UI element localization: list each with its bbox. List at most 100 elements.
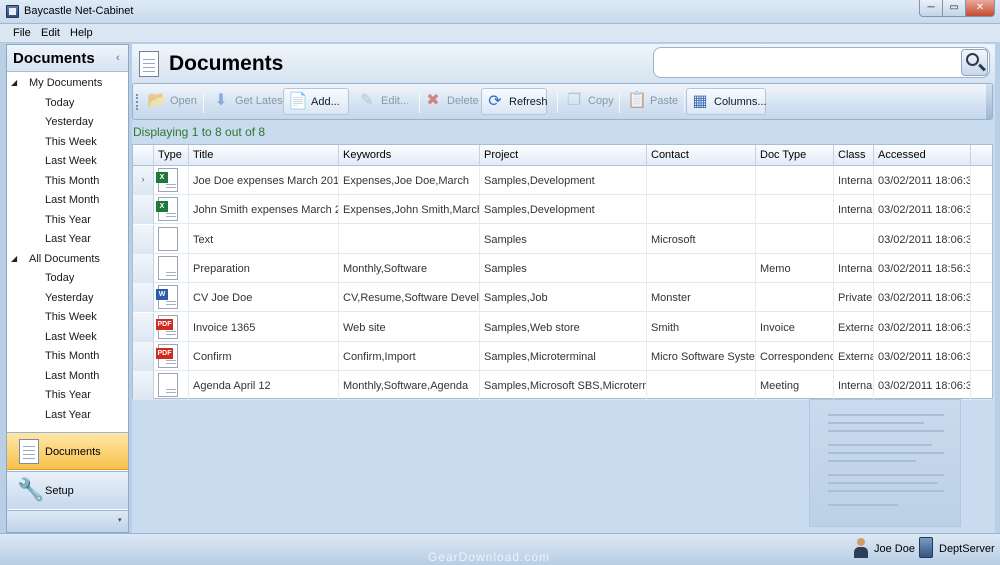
tree-item-label: This Month xyxy=(45,174,100,187)
table-row[interactable]: Text Samples Microsoft 03/02/2011 18:06:39 xyxy=(133,224,992,254)
cell-contact: Microsoft xyxy=(647,224,756,254)
tree-item[interactable]: Last Year xyxy=(7,230,128,249)
toolbar-button-paste[interactable]: 📋 Paste xyxy=(623,88,678,115)
minimize-button[interactable]: ─ xyxy=(919,0,943,17)
cell-type: PDF xyxy=(154,341,189,371)
toolbar-button-label: Columns... xyxy=(714,96,767,108)
cell-keywords: Monthly,Software xyxy=(339,253,480,283)
toolbar-overflow[interactable] xyxy=(986,84,992,119)
tree-item[interactable]: This Month xyxy=(7,347,128,366)
expand-triangle-icon[interactable]: ◢ xyxy=(11,254,17,263)
cell-contact: Monster xyxy=(647,283,756,313)
column-header-title[interactable]: Title xyxy=(189,145,339,166)
menu-edit[interactable]: Edit xyxy=(41,27,60,39)
tree-folder[interactable]: ◢ My Documents xyxy=(7,74,128,93)
expand-triangle-icon[interactable]: ◢ xyxy=(11,78,17,87)
tree-folder[interactable]: ◢ All Documents xyxy=(7,250,128,269)
row-selector[interactable] xyxy=(133,195,154,225)
pdf-file-icon: PDF xyxy=(156,343,178,368)
word-badge: W xyxy=(156,289,168,301)
title-bar: Baycastle Net-Cabinet ─ ▭ ✕ xyxy=(0,0,1000,24)
close-button[interactable]: ✕ xyxy=(965,0,995,17)
table-row[interactable]: X John Smith expenses March 2012Expenses,… xyxy=(133,195,992,225)
tree-item[interactable]: Yesterday xyxy=(7,289,128,308)
edit-document-icon: ✎ xyxy=(360,92,374,109)
toolbar-button-refresh[interactable]: ⟳ Refresh xyxy=(481,88,548,115)
table-row[interactable]: Agenda April 12 Monthly,Software,Agenda Sa… xyxy=(133,371,992,401)
cell-class: External xyxy=(834,312,874,342)
tree-item[interactable]: Last Month xyxy=(7,191,128,210)
cell-accessed: 03/02/2011 18:06:39 xyxy=(874,312,971,342)
tree-item-label: My Documents xyxy=(29,77,103,89)
cell-class xyxy=(834,224,874,254)
column-header-project[interactable]: Project xyxy=(480,145,647,166)
current-user[interactable]: Joe Doe xyxy=(874,543,915,555)
tree-item[interactable]: This Year xyxy=(7,211,128,230)
table-row[interactable]: PDF Confirm Confirm,Import Samples,Microter… xyxy=(133,341,992,371)
chevron-down-icon: ▾ xyxy=(118,517,122,524)
nav-overflow-button[interactable]: ▾ xyxy=(7,510,128,532)
tree-item[interactable]: Last Week xyxy=(7,328,128,347)
tree-item[interactable]: This Year xyxy=(7,386,128,405)
toolbar-separator xyxy=(419,91,420,113)
refresh-icon: ⟳ xyxy=(488,93,502,110)
toolbar-button-get-latest[interactable]: ⬇ Get Latest xyxy=(208,88,285,115)
tree-item[interactable]: Last Month xyxy=(7,367,128,386)
table-row[interactable]: W CV Joe DoeCV,Resume,Software DeveloperS… xyxy=(133,283,992,313)
cell-doctype xyxy=(756,224,834,254)
row-selector[interactable] xyxy=(133,341,154,371)
toolbar-button-label: Copy xyxy=(588,95,614,107)
cell-contact xyxy=(647,253,756,283)
tree-item[interactable]: Today xyxy=(7,269,128,288)
toolbar-button-open[interactable]: 📂 Open xyxy=(143,88,203,115)
row-selector[interactable] xyxy=(133,253,154,283)
row-selector[interactable] xyxy=(133,224,154,254)
tree-item[interactable]: Yesterday xyxy=(7,113,128,132)
nav-setup-button[interactable]: 🔧 Setup xyxy=(7,471,128,509)
nav-documents-button[interactable]: Documents xyxy=(7,432,128,470)
tree-item[interactable]: Last Week xyxy=(7,152,128,171)
menu-file[interactable]: File xyxy=(13,27,31,39)
tree-item[interactable]: This Month xyxy=(7,172,128,191)
menu-bar: File Edit Help xyxy=(0,24,1000,43)
toolbar-button-add[interactable]: 📄 Add... xyxy=(283,88,349,115)
tree-item[interactable]: Today xyxy=(7,94,128,113)
tree-item-label: Last Month xyxy=(45,194,100,206)
toolbar-button-delete[interactable]: ✖ Delete xyxy=(420,88,479,115)
row-selector[interactable] xyxy=(133,312,154,342)
table-row[interactable]: › X Joe Doe expenses March 2012 Expenses,Jo… xyxy=(133,166,992,195)
tree-item-label: This Year xyxy=(45,213,91,226)
column-header-accessed[interactable]: Accessed xyxy=(874,145,971,166)
column-header-type[interactable]: Type xyxy=(154,145,189,166)
row-selector[interactable] xyxy=(133,283,154,313)
collapse-chevron-icon[interactable]: ‹ xyxy=(116,52,120,64)
search-button[interactable] xyxy=(961,49,988,76)
search-input[interactable] xyxy=(653,47,990,78)
tree-item-label: This Year xyxy=(45,389,91,401)
toolbar-button-columns[interactable]: ▦ Columns... xyxy=(686,88,767,115)
row-selector[interactable] xyxy=(133,371,154,401)
toolbar-button-edit[interactable]: ✎ Edit... xyxy=(354,88,410,115)
column-header-doc-type[interactable]: Doc Type xyxy=(756,145,834,166)
nav-setup-label: Setup xyxy=(45,485,74,497)
toolbar-grip[interactable] xyxy=(136,94,139,110)
toolbar-button-copy[interactable]: ❐ Copy xyxy=(561,88,614,115)
column-header-keywords[interactable]: Keywords xyxy=(339,145,480,166)
cell-project: Samples,Web store xyxy=(480,312,647,342)
server-name[interactable]: DeptServer xyxy=(939,543,995,555)
excel-badge: X xyxy=(156,201,168,213)
main-panel: Documents 📂 Open ⬇ Get Latest 📄 Add... ✎ Edit..… xyxy=(132,44,995,533)
column-header-contact[interactable]: Contact xyxy=(647,145,756,166)
row-selector[interactable]: › xyxy=(133,166,154,195)
table-row[interactable]: Preparation Monthly,Software Samples Memo In… xyxy=(133,253,992,283)
tree-item[interactable]: This Week xyxy=(7,308,128,327)
tree-item[interactable]: Last Year xyxy=(7,406,128,425)
tree-item[interactable]: This Week xyxy=(7,133,128,152)
table-row[interactable]: PDF Invoice 1365 Web site Samples,Web store… xyxy=(133,312,992,342)
menu-help[interactable]: Help xyxy=(70,27,93,39)
cell-accessed: 03/02/2011 18:06:39 xyxy=(874,341,971,371)
column-header-class[interactable]: Class xyxy=(834,145,874,166)
maximize-button[interactable]: ▭ xyxy=(942,0,966,17)
toolbar-button-label: Get Latest xyxy=(235,95,286,107)
document-icon xyxy=(19,439,39,464)
